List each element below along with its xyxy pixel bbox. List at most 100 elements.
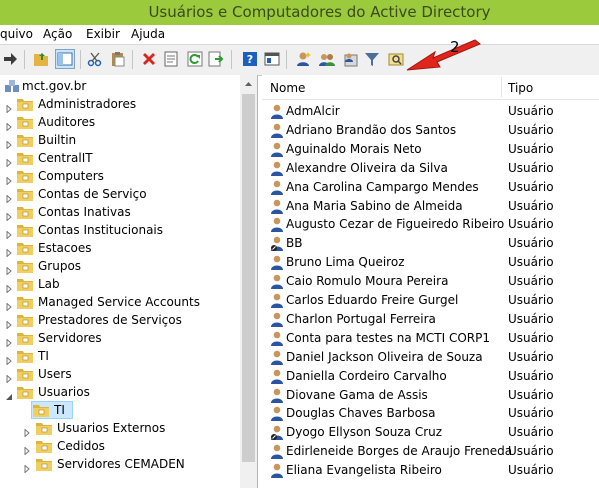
row-type: Usuário <box>508 179 554 194</box>
show-hide-tree-icon[interactable] <box>55 49 75 69</box>
tree-child-label: Servidores CEMADEN <box>57 457 185 471</box>
tree-scrollbar[interactable] <box>240 75 257 488</box>
tree-child-cedidos[interactable]: Cedidos <box>0 437 240 456</box>
column-header-type[interactable]: Tipo <box>508 75 533 99</box>
list-row[interactable]: Adriano Brandão dos Santos Usuário <box>262 121 599 140</box>
list-row[interactable]: Bruno Lima Queiroz Usuário <box>262 253 599 272</box>
expand-icon[interactable] <box>5 172 13 186</box>
tree-item-estacoes[interactable]: Estacoes <box>0 239 240 258</box>
list-row[interactable]: Aguinaldo Morais Neto Usuário <box>262 140 599 159</box>
expand-icon[interactable] <box>5 190 13 204</box>
expand-icon[interactable] <box>23 460 31 474</box>
expand-icon[interactable] <box>5 208 13 222</box>
new-user-icon[interactable] <box>296 51 312 67</box>
list-row[interactable]: Carlos Eduardo Freire Gurgel Usuário <box>262 291 599 310</box>
tree-item-users[interactable]: Users <box>0 365 240 384</box>
expand-icon[interactable] <box>5 352 13 366</box>
tree-item-centralit[interactable]: CentralIT <box>0 149 240 168</box>
delete-icon[interactable] <box>141 51 157 67</box>
row-name: Daniel Jackson Oliveira de Souza <box>286 349 483 364</box>
tree-root[interactable]: mct.gov.br <box>0 77 240 95</box>
list-row[interactable]: Dyogo Ellyson Souza Cruz Usuário <box>262 423 599 442</box>
scroll-up-icon[interactable] <box>240 75 257 92</box>
new-group-icon[interactable] <box>319 51 335 67</box>
tree-item-usuarios[interactable]: Usuarios <box>0 383 240 401</box>
tree-item-label: Managed Service Accounts <box>38 295 200 309</box>
list-row[interactable]: Ana Maria Sabino de Almeida Usuário <box>262 197 599 216</box>
tree-child-ti[interactable]: TI <box>0 401 240 419</box>
filter-icon[interactable] <box>364 51 380 67</box>
list-row[interactable]: BB Usuário <box>262 234 599 253</box>
tree-child-servidores-cemaden[interactable]: Servidores CEMADEN <box>0 455 240 474</box>
ou-folder-icon <box>17 169 33 183</box>
folder-up-icon[interactable] <box>33 51 49 67</box>
properties-icon[interactable] <box>163 51 179 67</box>
tree-item-contas-de-servico[interactable]: Contas de Serviço <box>0 185 240 204</box>
list-row[interactable]: AdmAlcir Usuário <box>262 102 599 121</box>
expand-icon[interactable] <box>5 370 13 384</box>
tree-item-administradores[interactable]: Administradores <box>0 95 240 114</box>
tree-item-managed-service-accounts[interactable]: Managed Service Accounts <box>0 293 240 312</box>
list-row[interactable]: Edirleneide Borges de Araujo Freneda Usu… <box>262 442 599 461</box>
list-row[interactable]: Caio Romulo Moura Pereira Usuário <box>262 272 599 291</box>
list-row[interactable]: Augusto Cezar de Figueiredo Ribeiro Usuá… <box>262 215 599 234</box>
list-header: Nome Tipo <box>262 75 599 100</box>
console-icon[interactable] <box>264 51 280 67</box>
tree-item-grupos[interactable]: Grupos <box>0 257 240 276</box>
list-row[interactable]: Douglas Chaves Barbosa Usuário <box>262 404 599 423</box>
add-to-group-icon[interactable] <box>342 51 358 67</box>
export-icon[interactable] <box>208 51 224 67</box>
scrollbar-thumb[interactable] <box>242 94 255 462</box>
expand-icon[interactable] <box>23 424 31 438</box>
menu-exibir[interactable]: Exibir <box>86 25 120 44</box>
tree-item-computers[interactable]: Computers <box>0 167 240 186</box>
expand-icon[interactable] <box>5 100 13 114</box>
expand-icon[interactable] <box>5 298 13 312</box>
tree-child-usuarios-externos[interactable]: Usuarios Externos <box>0 419 240 438</box>
expand-icon[interactable] <box>5 244 13 258</box>
expand-icon[interactable] <box>5 280 13 294</box>
user-icon <box>270 199 284 214</box>
column-header-name[interactable]: Nome <box>270 75 305 99</box>
tree-item-prestadores-de-servicos[interactable]: Prestadores de Serviços <box>0 311 240 330</box>
tree-item-contas-inativas[interactable]: Contas Inativas <box>0 203 240 222</box>
refresh-icon[interactable] <box>187 51 203 67</box>
expand-icon[interactable] <box>5 136 13 150</box>
expand-icon[interactable] <box>5 154 13 168</box>
expand-icon[interactable] <box>5 118 13 132</box>
list-row[interactable]: Diovane Gama de Assis Usuário <box>262 386 599 405</box>
expand-icon[interactable] <box>5 316 13 330</box>
tree-item-contas-institucionais[interactable]: Contas Institucionais <box>0 221 240 240</box>
tree-item-auditores[interactable]: Auditores <box>0 113 240 132</box>
column-separator[interactable] <box>501 77 502 97</box>
menu-acao[interactable]: Ação <box>43 25 72 44</box>
row-type: Usuário <box>508 293 554 307</box>
list-row[interactable]: Ana Carolina Campargo Mendes Usuário <box>262 178 599 197</box>
user-icon <box>270 406 284 422</box>
ou-folder-icon <box>17 313 33 327</box>
expand-icon[interactable] <box>23 442 31 456</box>
expand-icon[interactable] <box>5 226 13 240</box>
row-name: Edirleneide Borges de Araujo Freneda <box>286 444 513 459</box>
expand-icon[interactable] <box>5 334 13 348</box>
tree-item-builtin[interactable]: Builtin <box>0 131 240 150</box>
menu-ajuda[interactable]: Ajuda <box>131 25 165 44</box>
row-name: AdmAlcir <box>286 104 340 118</box>
tree-item-servidores[interactable]: Servidores <box>0 329 240 348</box>
forward-icon[interactable] <box>2 51 18 67</box>
cut-icon[interactable] <box>87 51 103 67</box>
paste-icon[interactable] <box>110 51 126 67</box>
list-row[interactable]: Charlon Portugal Ferreira Usuário <box>262 310 599 329</box>
list-row[interactable]: Eliana Evangelista Ribeiro Usuário <box>262 461 599 480</box>
list-row[interactable]: Conta para testes na MCTI CORP1 Usuário <box>262 329 599 348</box>
menu-arquivo[interactable]: quivo <box>0 25 33 44</box>
list-row[interactable]: Alexandre Oliveira da Silva Usuário <box>262 159 599 178</box>
collapse-icon[interactable] <box>5 388 13 400</box>
list-row[interactable]: Daniella Cordeiro Carvalho Usuário <box>262 367 599 386</box>
tree-item-ti[interactable]: TI <box>0 347 240 366</box>
help-icon[interactable]: ? <box>242 51 258 67</box>
list-row[interactable]: Daniel Jackson Oliveira de Souza Usuário <box>262 348 599 367</box>
tree-item-lab[interactable]: Lab <box>0 275 240 294</box>
row-name: Alexandre Oliveira da Silva <box>286 160 448 175</box>
expand-icon[interactable] <box>5 262 13 276</box>
